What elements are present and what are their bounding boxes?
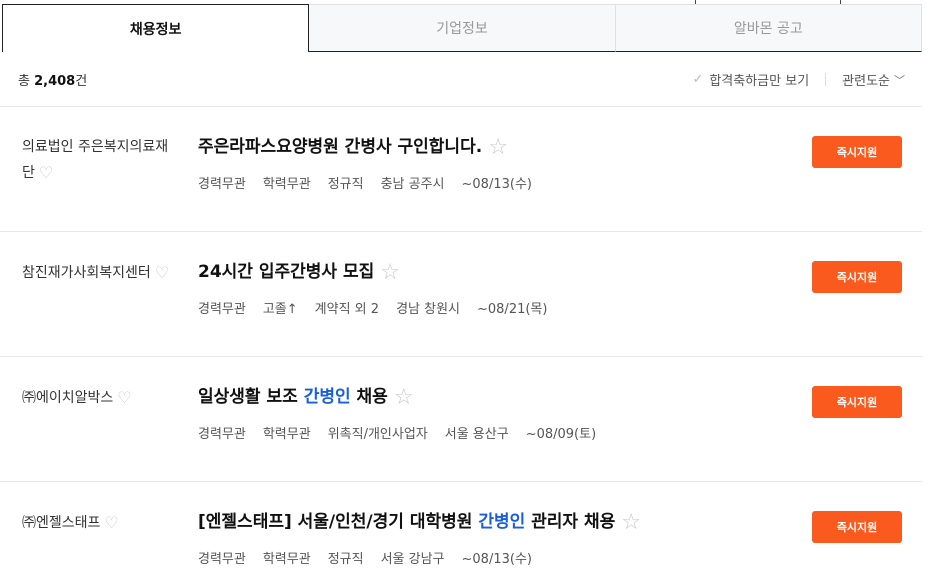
company-name[interactable]: 참진재가사회복지센터 ♡ xyxy=(22,260,172,286)
passed-only-toggle[interactable]: 합격축하금만 보기 xyxy=(709,70,809,89)
search-tabs: 채용정보 기업정보 알바몬 공고 xyxy=(2,4,922,52)
company-name[interactable]: 의료법인 주은복지의료재단 ♡ xyxy=(22,135,172,186)
meta-deadline: ~08/09(토) xyxy=(525,427,597,442)
company-link[interactable]: 참진재가사회복지센터 xyxy=(22,265,151,281)
job-title-highlight[interactable]: 간병인 xyxy=(304,387,351,407)
heart-icon[interactable]: ♡ xyxy=(117,385,131,410)
meta-deadline: ~08/13(수) xyxy=(461,177,532,192)
company-link[interactable]: ㈜엔젤스태프 xyxy=(22,515,100,531)
heart-icon[interactable]: ♡ xyxy=(104,510,118,535)
job-meta: 경력무관 고졸↑ 계약직 외 2 경남 창원시 ~08/21(목) xyxy=(198,298,564,317)
apply-button[interactable]: 즉시지원 xyxy=(812,136,902,168)
meta-career: 경력무관 xyxy=(198,302,246,317)
apply-button[interactable]: 즉시지원 xyxy=(812,386,902,418)
meta-deadline: ~08/21(목) xyxy=(477,302,548,317)
job-title-text-end[interactable]: 관리자 채용 xyxy=(525,512,615,532)
meta-location: 충남 공주시 xyxy=(380,177,445,192)
star-icon[interactable]: ☆ xyxy=(621,511,641,535)
meta-employment-type: 위촉직/개인사업자 xyxy=(327,427,428,442)
meta-career: 경력무관 xyxy=(198,177,246,192)
job-row: ㈜엔젤스태프 ♡ [엔젤스태프] 서울/인천/경기 대학병원 간병인 관리자 채용… xyxy=(0,481,922,578)
divider xyxy=(825,73,827,86)
tab-companies[interactable]: 기업정보 xyxy=(309,4,616,52)
sort-dropdown[interactable]: 관련도순 xyxy=(842,70,890,89)
result-count-number: 2,408 xyxy=(34,74,76,89)
job-row: ㈜에이치알박스 ♡ 일상생활 보조 간병인 채용 ☆ 경력무관 학력무관 위촉직/개… xyxy=(0,356,922,481)
job-meta: 경력무관 학력무관 정규직 서울 강남구 ~08/13(수) xyxy=(198,548,549,567)
filter-bar: ✓ 합격축하금만 보기 관련도순 ﹀ xyxy=(692,70,905,89)
heart-icon[interactable]: ♡ xyxy=(39,160,53,185)
job-row: 참진재가사회복지센터 ♡ 24시간 입주간병사 모집 ☆ 경력무관 고졸↑ 계약직 … xyxy=(0,231,922,356)
meta-deadline: ~08/13(수) xyxy=(461,552,532,567)
result-count: 총 2,408건 xyxy=(18,70,87,89)
job-title-text[interactable]: 24시간 입주간병사 모집 xyxy=(198,262,374,282)
company-link[interactable]: ㈜에이치알박스 xyxy=(22,390,113,406)
meta-location: 서울 용산구 xyxy=(444,427,509,442)
job-title-text[interactable]: 주은라파스요양병원 간병사 구인합니다. xyxy=(198,137,482,157)
check-icon[interactable]: ✓ xyxy=(692,72,703,87)
result-count-prefix: 총 xyxy=(18,74,30,89)
heart-icon[interactable]: ♡ xyxy=(155,260,169,285)
job-title[interactable]: 24시간 입주간병사 모집 ☆ xyxy=(198,260,400,285)
job-title-text[interactable]: [엔젤스태프] 서울/인천/경기 대학병원 xyxy=(198,512,478,532)
company-name[interactable]: ㈜에이치알박스 ♡ xyxy=(22,385,172,411)
tab-albamon[interactable]: 알바몬 공고 xyxy=(615,4,922,52)
meta-education: 고졸↑ xyxy=(262,302,298,317)
job-title-text-end[interactable]: 채용 xyxy=(351,387,388,407)
meta-career: 경력무관 xyxy=(198,427,246,442)
job-meta: 경력무관 학력무관 위촉직/개인사업자 서울 용산구 ~08/09(토) xyxy=(198,423,613,442)
apply-button[interactable]: 즉시지원 xyxy=(812,261,902,293)
job-title-text[interactable]: 일상생활 보조 xyxy=(198,387,304,407)
job-title[interactable]: [엔젤스태프] 서울/인천/경기 대학병원 간병인 관리자 채용 ☆ xyxy=(198,510,641,535)
meta-location: 서울 강남구 xyxy=(380,552,445,567)
job-title[interactable]: 일상생활 보조 간병인 채용 ☆ xyxy=(198,385,414,410)
meta-employment-type: 정규직 xyxy=(327,552,364,567)
company-name[interactable]: ㈜엔젤스태프 ♡ xyxy=(22,510,172,536)
job-meta: 경력무관 학력무관 정규직 충남 공주시 ~08/13(수) xyxy=(198,173,549,192)
meta-location: 경남 창원시 xyxy=(396,302,460,317)
meta-employment-type: 계약직 외 2 xyxy=(314,302,380,317)
chevron-down-icon[interactable]: ﹀ xyxy=(894,72,905,88)
meta-education: 학력무관 xyxy=(262,552,311,567)
meta-career: 경력무관 xyxy=(198,552,246,567)
job-row: 의료법인 주은복지의료재단 ♡ 주은라파스요양병원 간병사 구인합니다. ☆ 경력무… xyxy=(0,106,922,231)
job-title-highlight[interactable]: 간병인 xyxy=(478,512,525,532)
apply-button[interactable]: 즉시지원 xyxy=(812,511,902,543)
star-icon[interactable]: ☆ xyxy=(394,386,414,410)
meta-employment-type: 정규직 xyxy=(327,177,364,192)
star-icon[interactable]: ☆ xyxy=(488,136,508,160)
job-list: 의료법인 주은복지의료재단 ♡ 주은라파스요양병원 간병사 구인합니다. ☆ 경력무… xyxy=(0,106,922,578)
meta-education: 학력무관 xyxy=(262,427,311,442)
result-count-suffix: 건 xyxy=(75,74,88,89)
tab-jobs[interactable]: 채용정보 xyxy=(2,4,310,52)
star-icon[interactable]: ☆ xyxy=(380,261,400,285)
job-title[interactable]: 주은라파스요양병원 간병사 구인합니다. ☆ xyxy=(198,135,508,160)
meta-education: 학력무관 xyxy=(262,177,311,192)
